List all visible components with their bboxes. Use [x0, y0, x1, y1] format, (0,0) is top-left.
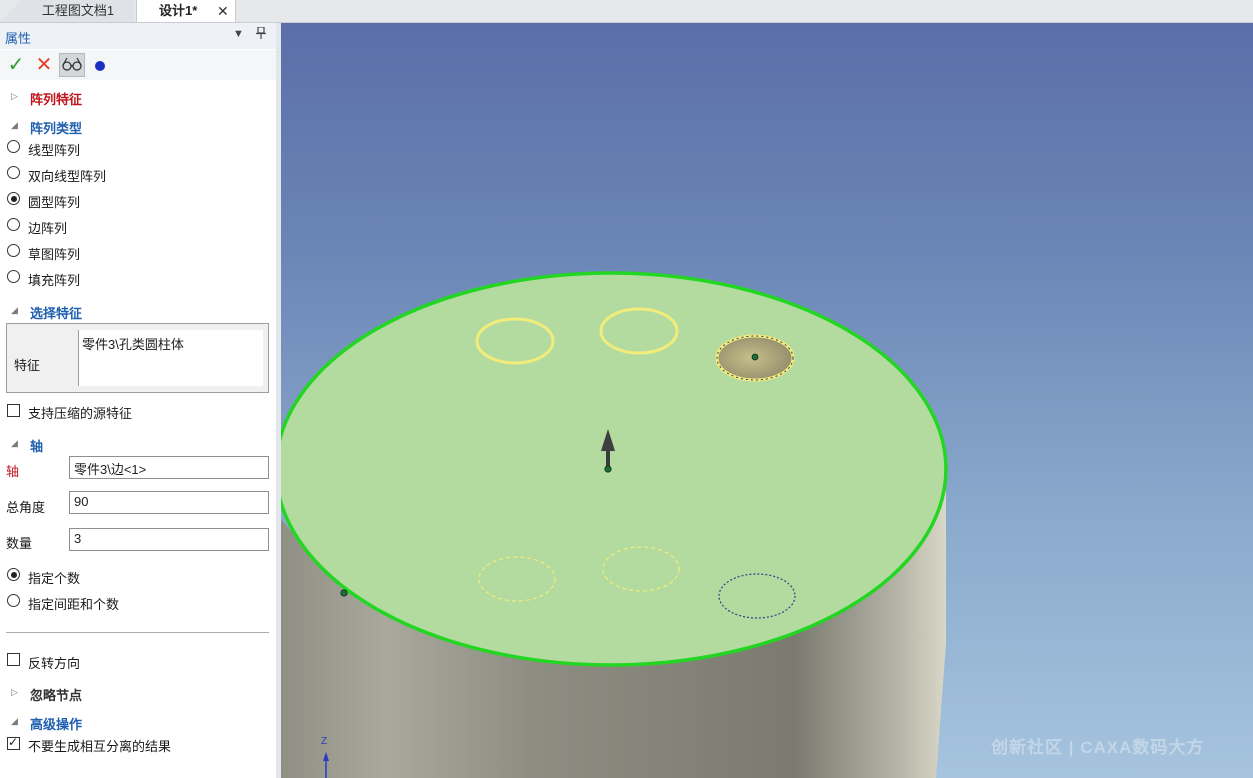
tab-bar-left-edge [0, 0, 22, 22]
section-advanced[interactable]: 高级操作 [30, 714, 82, 733]
collapsed-triangle-icon[interactable]: ▷ [11, 91, 18, 102]
count-input[interactable]: 3 [69, 528, 269, 551]
pin-icon[interactable] [256, 26, 266, 42]
section-pattern-type[interactable]: 阵列类型 [30, 118, 82, 137]
direction-arrow-origin[interactable] [604, 465, 612, 473]
feature-list[interactable]: 零件3\孔类圆柱体 [78, 330, 263, 386]
panel-toolbar: ✓ ✕ [0, 50, 276, 80]
label-sketch-pattern: 草图阵列 [28, 247, 81, 262]
axis-edge-point[interactable] [340, 589, 348, 597]
label-bidirectional-linear-pattern: 双向线型阵列 [28, 169, 107, 184]
section-axis[interactable]: 轴 [30, 436, 43, 455]
feature-label: 特征 [14, 358, 41, 373]
label-linear-pattern: 线型阵列 [28, 143, 81, 158]
panel-title: 属性 [5, 31, 32, 46]
preview-glasses-icon[interactable] [59, 53, 85, 77]
label-no-separate-results: 不要生成相互分离的结果 [28, 739, 172, 754]
cancel-button[interactable]: ✕ [33, 54, 55, 76]
axis-input[interactable]: 零件3\边<1> [69, 456, 269, 479]
source-hole-center-point[interactable] [751, 353, 759, 361]
tab-design-label: 设计1* [159, 3, 198, 18]
total-angle-input[interactable]: 90 [69, 491, 269, 514]
section-pattern-feature[interactable]: 阵列特征 [30, 89, 82, 108]
checkbox-reverse-direction[interactable] [7, 653, 20, 666]
feature-selection-box: 特征 零件3\孔类圆柱体 [6, 323, 269, 393]
divider [6, 632, 269, 633]
radio-linear-pattern[interactable] [7, 140, 20, 153]
radio-fill-pattern[interactable] [7, 270, 20, 283]
3d-model-canvas[interactable] [281, 23, 1253, 778]
label-edge-pattern: 边阵列 [28, 221, 68, 236]
watermark: 创新社区 | CAXA数码大方 [991, 738, 1205, 757]
triad-z-label: Z [321, 736, 328, 747]
checkbox-no-separate-results[interactable] [7, 735, 20, 750]
checkbox-support-compressed[interactable] [7, 404, 20, 417]
feature-list-item[interactable]: 零件3\孔类圆柱体 [82, 334, 184, 353]
expanded-triangle-icon[interactable]: ◢ [11, 305, 18, 316]
label-reverse-direction: 反转方向 [28, 656, 81, 671]
3d-viewport[interactable]: Z 创新社区 | CAXA数码大方 [281, 23, 1253, 778]
label-fill-pattern: 填充阵列 [28, 273, 81, 288]
expanded-triangle-icon[interactable]: ◢ [11, 120, 18, 131]
tab-engineering-drawing[interactable]: 工程图文档1 [22, 0, 134, 22]
panel-header: 属性 ▼ [0, 23, 276, 49]
properties-panel: 属性 ▼ ✓ ✕ ▷ 阵列特征 ◢ 阵列类型 线型阵列 双向线型阵列 圆型阵列 … [0, 23, 276, 778]
blue-dot-icon [95, 60, 105, 71]
radio-specify-spacing-and-count[interactable] [7, 594, 20, 607]
radio-specify-count[interactable] [7, 568, 20, 581]
cylinder-top-face[interactable] [281, 273, 946, 665]
close-tab-icon[interactable]: ✕ [217, 0, 229, 22]
radio-sketch-pattern[interactable] [7, 244, 20, 257]
tab-design[interactable]: 设计1* ✕ [136, 0, 236, 22]
label-circular-pattern: 圆型阵列 [28, 195, 81, 210]
expanded-triangle-icon[interactable]: ◢ [11, 438, 18, 449]
collapsed-triangle-icon[interactable]: ▷ [11, 687, 18, 698]
axis-label: 轴 [6, 464, 20, 479]
label-specify-spacing-and-count: 指定间距和个数 [28, 597, 120, 612]
total-angle-label: 总角度 [6, 500, 46, 515]
section-select-feature[interactable]: 选择特征 [30, 303, 82, 322]
panel-dropdown-icon[interactable]: ▼ [233, 28, 244, 40]
label-support-compressed: 支持压缩的源特征 [28, 406, 133, 421]
count-label: 数量 [6, 536, 33, 551]
document-tab-bar: 工程图文档1 设计1* ✕ [0, 0, 1253, 23]
radio-bidirectional-linear-pattern[interactable] [7, 166, 20, 179]
radio-edge-pattern[interactable] [7, 218, 20, 231]
label-specify-count: 指定个数 [28, 571, 81, 586]
section-ignore-nodes[interactable]: 忽略节点 [30, 685, 82, 704]
expanded-triangle-icon[interactable]: ◢ [11, 716, 18, 727]
radio-circular-pattern[interactable] [7, 192, 20, 205]
dot-icon[interactable] [89, 54, 111, 76]
confirm-button[interactable]: ✓ [5, 54, 27, 76]
